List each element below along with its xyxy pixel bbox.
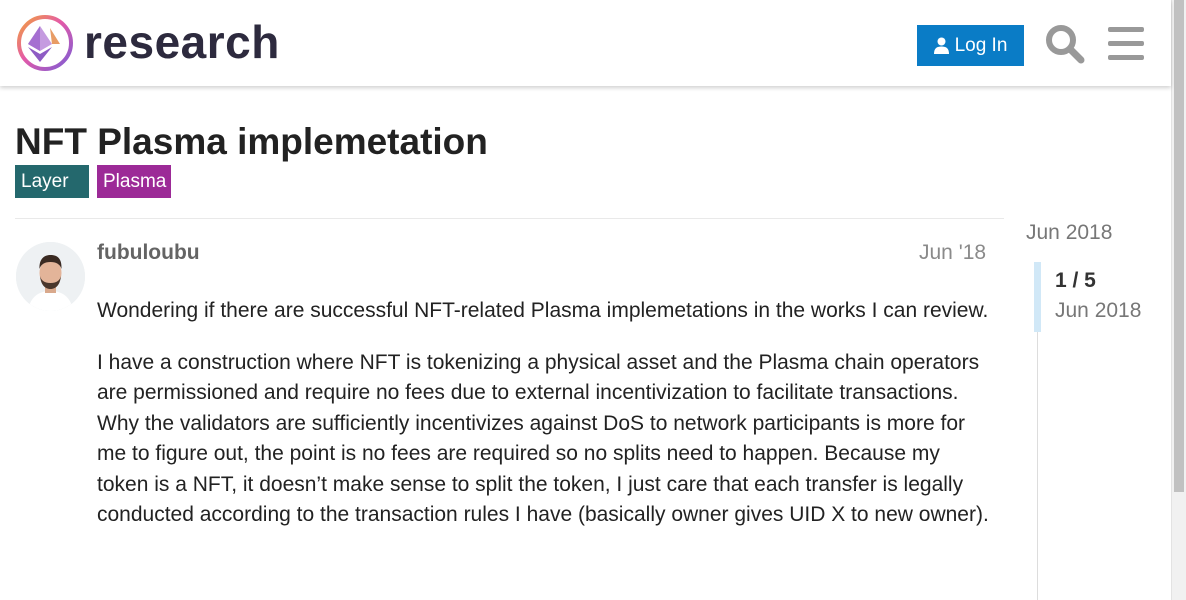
site-header: research Log In [0, 0, 1171, 86]
post-date[interactable]: Jun '18 [919, 240, 986, 266]
tag-layer-2[interactable]: Layer 2 [15, 165, 89, 225]
user-icon [933, 37, 949, 54]
scrollbar-thumb[interactable] [1174, 0, 1184, 492]
topic-title[interactable]: NFT Plasma implemetation [15, 120, 488, 164]
topic-divider [15, 218, 1004, 219]
post-paragraph: Wondering if there are successful NFT-re… [97, 299, 989, 322]
avatar[interactable] [16, 242, 85, 311]
timeline-current-date: Jun 2018 [1055, 299, 1142, 322]
timeline-scroll-handle[interactable] [1034, 262, 1041, 332]
post-paragraph: I have a construction where NFT is token… [97, 350, 989, 527]
site-logo-icon[interactable] [16, 14, 74, 72]
login-button[interactable]: Log In [917, 25, 1024, 66]
post-body: Wondering if there are successful NFT-re… [97, 296, 997, 552]
login-label: Log In [954, 34, 1008, 56]
page-scrollbar[interactable] [1171, 0, 1186, 600]
tag-plasma[interactable]: Plasma [97, 165, 171, 198]
timeline-start-date[interactable]: Jun 2018 [1026, 220, 1112, 246]
site-name[interactable]: research [84, 14, 280, 70]
timeline-position: 1 / 5 [1055, 269, 1096, 292]
post-username[interactable]: fubuloubu [97, 240, 200, 266]
search-icon[interactable] [1045, 24, 1085, 64]
hamburger-menu-icon[interactable] [1108, 27, 1144, 60]
